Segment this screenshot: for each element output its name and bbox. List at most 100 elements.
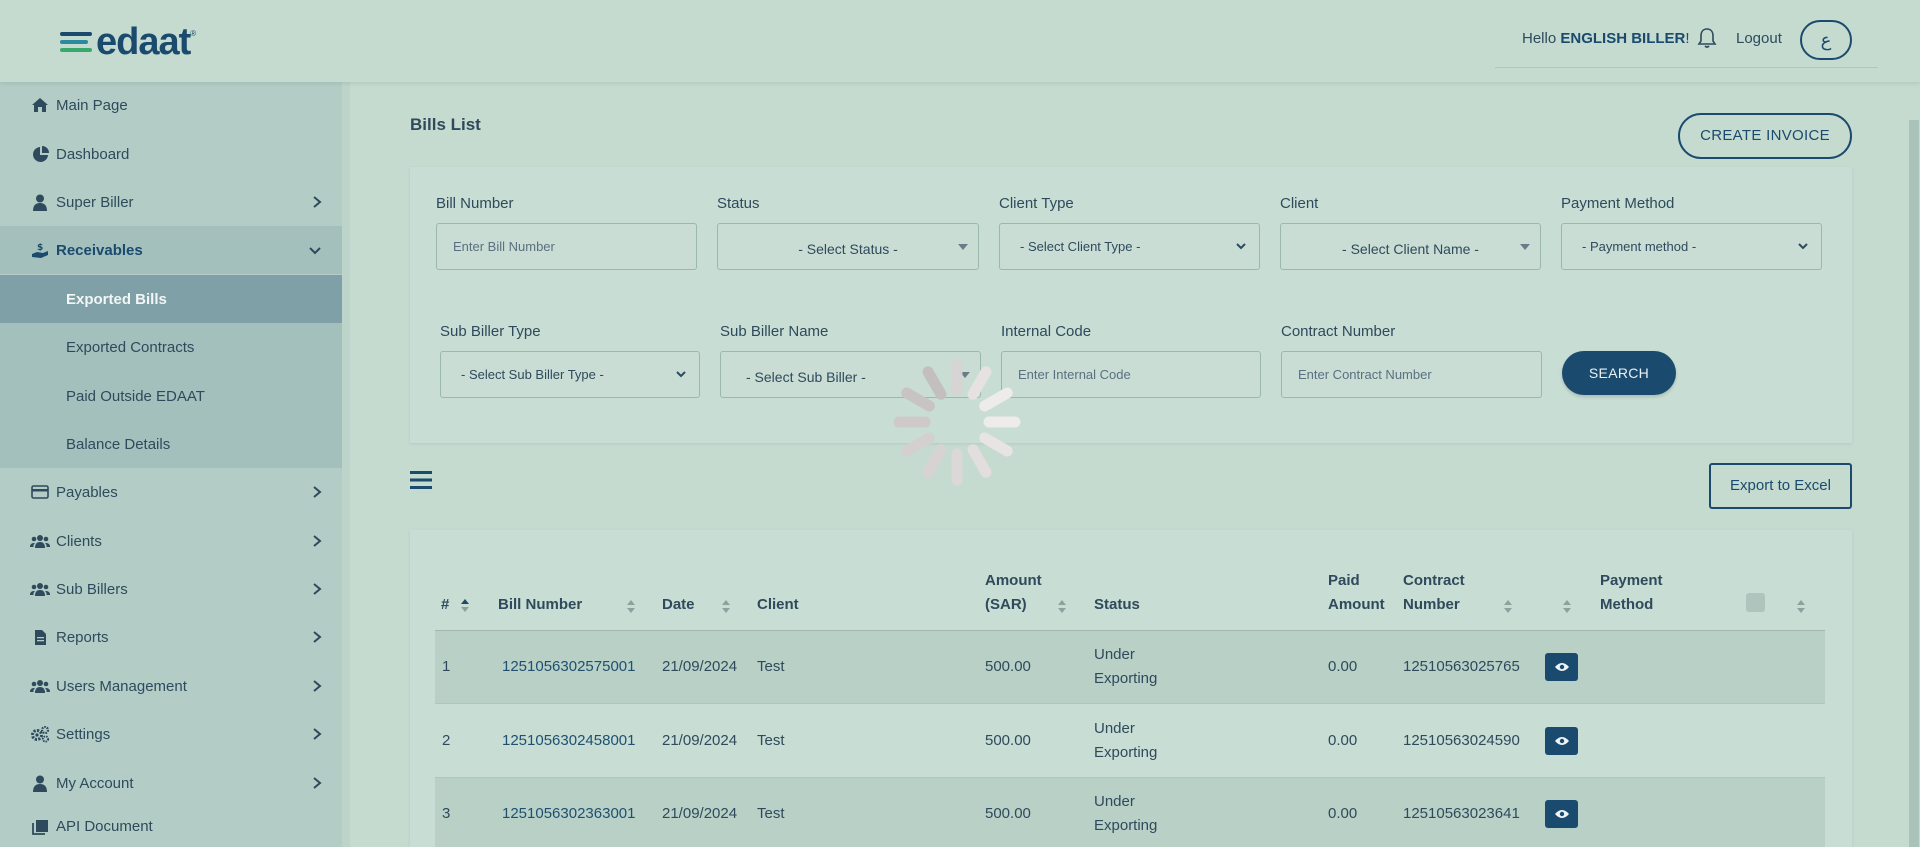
sort-icon[interactable] [626, 598, 636, 614]
col-header-payment-line1: Payment [1600, 572, 1663, 589]
sub-biller-type-select[interactable]: - Select Sub Biller Type - [440, 351, 700, 398]
create-invoice-button[interactable]: CREATE INVOICE [1678, 113, 1852, 159]
sidebar-subitem-balance-details[interactable]: Balance Details [0, 420, 342, 468]
sidebar-item-dashboard[interactable]: Dashboard [0, 130, 342, 178]
col-header-amount-line1: Amount [985, 572, 1042, 589]
cell-index: 1 [442, 658, 451, 675]
cell-paid-amount: 0.00 [1328, 805, 1358, 822]
cell-bill-number[interactable]: 1251056302458001 [502, 729, 635, 753]
sidebar-subitem-label: Exported Contracts [66, 338, 195, 356]
sidebar-subitem-paid-outside-edaat[interactable]: Paid Outside EDAAT [0, 372, 342, 420]
col-header-contract-line2: Number [1403, 596, 1460, 613]
header-divider [1495, 67, 1878, 68]
select-all-checkbox[interactable] [1746, 593, 1765, 612]
cell-paid-amount: 0.00 [1328, 658, 1358, 675]
sort-icon[interactable] [1562, 598, 1572, 614]
sort-icon[interactable] [1796, 598, 1806, 614]
users-icon [30, 677, 50, 695]
logo-trademark: ® [190, 28, 197, 38]
sidebar-item-main-page[interactable]: Main Page [0, 81, 342, 129]
cell-bill-number[interactable]: 1251056302575001 [502, 655, 635, 679]
logo-mark-icon [60, 32, 92, 52]
sidebar-item-label: Settings [56, 725, 111, 743]
client-type-select[interactable]: - Select Client Type - [999, 223, 1260, 270]
sub-biller-name-select-value: - Select Sub Biller - [746, 368, 866, 385]
client-select[interactable]: - Select Client Name - [1280, 223, 1541, 270]
col-header-contract-number[interactable]: Contract Number [1403, 569, 1465, 617]
cell-date: 21/09/2024 [662, 658, 738, 675]
sidebar-item-reports[interactable]: Reports [0, 613, 342, 661]
edaat-logo[interactable]: edaat ® [60, 22, 196, 62]
status-select[interactable]: - Select Status - [717, 223, 979, 270]
chevron-right-icon [313, 631, 322, 643]
caret-down-icon [1520, 244, 1530, 250]
client-type-label: Client Type [999, 195, 1074, 212]
col-header-date[interactable]: Date [662, 593, 695, 617]
col-header-payment-line2: Method [1600, 596, 1654, 613]
search-button[interactable]: SEARCH [1562, 351, 1676, 395]
col-header-index[interactable]: # [441, 593, 449, 617]
cell-date: 21/09/2024 [662, 732, 738, 749]
view-bill-button[interactable] [1545, 800, 1578, 828]
cell-client: Test [757, 805, 785, 822]
users-icon [30, 532, 50, 550]
eye-icon [1554, 810, 1569, 818]
bell-icon[interactable] [1697, 27, 1717, 49]
pie-chart-icon [30, 145, 50, 163]
sidebar-item-users-management[interactable]: Users Management [0, 662, 342, 710]
sidebar-item-sub-billers[interactable]: Sub Billers [0, 565, 342, 613]
cell-amount: 500.00 [985, 658, 1031, 675]
sidebar-item-label: Users Management [56, 677, 187, 695]
payment-method-select-value: - Payment method - [1582, 239, 1697, 254]
sort-icon[interactable] [1503, 598, 1513, 614]
sidebar-item-payables[interactable]: Payables [0, 468, 342, 516]
cell-bill-number[interactable]: 1251056302363001 [502, 802, 635, 826]
sidebar-item-clients[interactable]: Clients [0, 517, 342, 565]
col-header-payment-method[interactable]: Payment Method [1600, 569, 1663, 617]
contract-number-input[interactable]: Enter Contract Number [1281, 351, 1542, 398]
sidebar-item-label: Sub Billers [56, 580, 128, 598]
file-icon [30, 628, 50, 646]
eye-icon [1554, 663, 1569, 671]
greeting-prefix: Hello [1522, 30, 1561, 47]
export-to-excel-button[interactable]: Export to Excel [1709, 463, 1852, 509]
sidebar-item-api-document[interactable]: API Document [0, 806, 342, 847]
col-header-status[interactable]: Status [1094, 593, 1140, 617]
view-bill-button[interactable] [1545, 653, 1578, 681]
logout-link[interactable]: Logout [1736, 30, 1782, 47]
cell-contract-number: 12510563023641 [1403, 805, 1520, 822]
sidebar-subitem-exported-contracts[interactable]: Exported Contracts [0, 323, 342, 371]
cell-date: 21/09/2024 [662, 805, 738, 822]
language-toggle-button[interactable]: ع [1800, 20, 1852, 60]
sidebar-item-settings[interactable]: Settings [0, 710, 342, 758]
view-bill-button[interactable] [1545, 727, 1578, 755]
cell-status-line2: Exporting [1094, 670, 1158, 687]
column-menu-icon[interactable] [410, 470, 432, 490]
chevron-right-icon [313, 777, 322, 789]
cell-status-line1: Under [1094, 646, 1135, 663]
chevron-right-icon [313, 680, 322, 692]
eye-icon [1554, 737, 1569, 745]
sort-icon[interactable] [721, 598, 731, 614]
sidebar-item-receivables[interactable]: $ Receivables [0, 226, 342, 274]
sort-icon[interactable] [1057, 598, 1067, 614]
sidebar-item-super-biller[interactable]: Super Biller [0, 178, 342, 226]
contract-number-label: Contract Number [1281, 323, 1396, 340]
sidebar-subitem-exported-bills[interactable]: Exported Bills [0, 275, 342, 323]
client-type-select-value: - Select Client Type - [1020, 239, 1141, 254]
internal-code-input[interactable]: Enter Internal Code [1001, 351, 1261, 398]
col-header-paid-amount[interactable]: Paid Amount [1328, 569, 1385, 617]
sort-asc-icon[interactable] [460, 597, 470, 613]
cell-status-line2: Exporting [1094, 744, 1158, 761]
chevron-right-icon [313, 486, 322, 498]
col-header-bill-number[interactable]: Bill Number [498, 593, 582, 617]
sidebar-item-my-account[interactable]: My Account [0, 759, 342, 807]
col-header-client[interactable]: Client [757, 593, 799, 617]
page-scrollbar-thumb[interactable] [1909, 120, 1919, 847]
sidebar-item-label: Reports [56, 628, 109, 646]
page-title: Bills List [410, 115, 481, 134]
cell-amount: 500.00 [985, 732, 1031, 749]
bill-number-input[interactable]: Enter Bill Number [436, 223, 697, 270]
col-header-amount[interactable]: Amount (SAR) [985, 569, 1042, 617]
payment-method-select[interactable]: - Payment method - [1561, 223, 1822, 270]
